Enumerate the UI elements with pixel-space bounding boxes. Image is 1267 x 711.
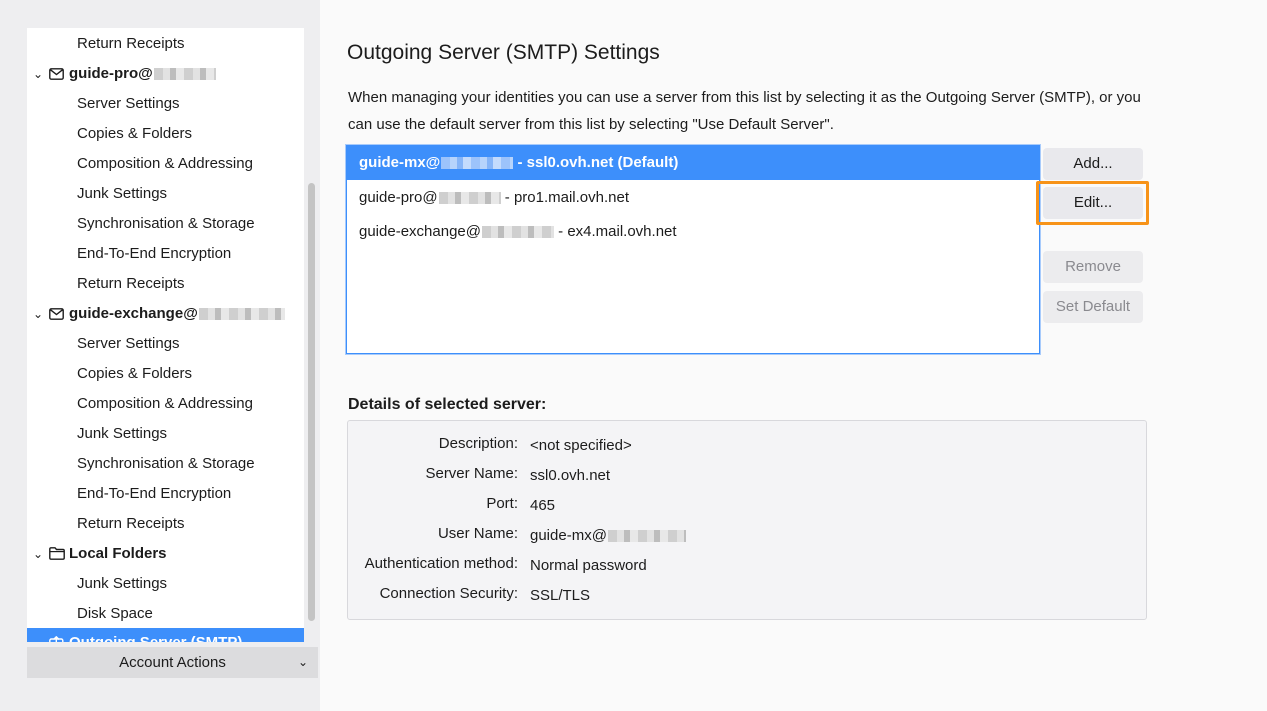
tree-item-return-receipts[interactable]: Return Receipts xyxy=(27,29,304,59)
tree-item-composition-addressing[interactable]: Composition & Addressing xyxy=(27,149,304,179)
chevron-down-icon[interactable]: ⌄ xyxy=(31,539,45,569)
detail-user-name: User Name: guide-mx@ xyxy=(348,519,1146,549)
smtp-server-list[interactable]: guide-mx@ - ssl0.ovh.net (Default) guide… xyxy=(346,145,1040,354)
tree-item-synchronisation-storage[interactable]: Synchronisation & Storage xyxy=(27,449,304,479)
details-title: Details of selected server: xyxy=(348,396,547,413)
mail-icon xyxy=(49,68,64,80)
redacted-domain xyxy=(198,308,285,321)
account-name: guide-pro@ xyxy=(69,65,153,82)
account-actions-button[interactable]: Account Actions ⌄ xyxy=(27,647,318,678)
tree-item-e2e-encryption[interactable]: End-To-End Encryption xyxy=(27,479,304,509)
tree-item-return-receipts[interactable]: Return Receipts xyxy=(27,269,304,299)
tree-item-junk-settings[interactable]: Junk Settings xyxy=(27,419,304,449)
tree-item-synchronisation-storage[interactable]: Synchronisation & Storage xyxy=(27,209,304,239)
redacted-domain xyxy=(153,68,216,81)
detail-description: Description: <not specified> xyxy=(438,435,632,454)
page-description: When managing your identities you can us… xyxy=(348,89,1141,133)
tree-item-junk-settings[interactable]: Junk Settings xyxy=(27,569,304,599)
redacted-domain xyxy=(481,226,554,239)
chevron-down-icon[interactable]: ⌄ xyxy=(31,299,45,329)
tree-item-junk-settings[interactable]: Junk Settings xyxy=(27,179,304,209)
server-details-panel: Description: <not specified> Server Name… xyxy=(347,420,1147,620)
server-list-item[interactable]: guide-mx@ - ssl0.ovh.net (Default) xyxy=(347,146,1039,180)
account-name: Local Folders xyxy=(69,545,167,562)
server-list-item[interactable]: guide-exchange@ - ex4.mail.ovh.net xyxy=(347,215,1039,249)
account-sidebar: Return Receipts ⌄ guide-pro@ Server Sett… xyxy=(0,0,320,711)
tree-item-copies-folders[interactable]: Copies & Folders xyxy=(27,359,304,389)
account-tree[interactable]: Return Receipts ⌄ guide-pro@ Server Sett… xyxy=(27,28,304,642)
remove-server-button[interactable]: Remove xyxy=(1043,251,1143,283)
tree-item-return-receipts[interactable]: Return Receipts xyxy=(27,509,304,539)
tree-account-guide-exchange[interactable]: ⌄ guide-exchange@ xyxy=(27,299,304,329)
tree-item-disk-space[interactable]: Disk Space xyxy=(27,599,304,629)
add-server-button[interactable]: Add... xyxy=(1043,148,1143,180)
redacted-domain xyxy=(441,157,514,170)
server-list-item[interactable]: guide-pro@ - pro1.mail.ovh.net xyxy=(347,181,1039,215)
set-default-button[interactable]: Set Default xyxy=(1043,291,1143,323)
folder-icon xyxy=(49,547,65,560)
tree-item-composition-addressing[interactable]: Composition & Addressing xyxy=(27,389,304,419)
detail-port: Port: 465 xyxy=(486,495,556,514)
account-name: guide-exchange@ xyxy=(69,305,198,322)
tree-item-server-settings[interactable]: Server Settings xyxy=(27,329,304,359)
page-title: Outgoing Server (SMTP) Settings xyxy=(347,41,660,64)
redacted-domain xyxy=(607,530,686,543)
outgoing-server-icon xyxy=(49,636,64,642)
edit-button-highlight xyxy=(1036,181,1149,225)
mail-icon xyxy=(49,308,64,320)
tree-item-outgoing-server[interactable]: Outgoing Server (SMTP) xyxy=(27,628,304,642)
tree-account-guide-pro[interactable]: ⌄ guide-pro@ xyxy=(27,59,304,89)
chevron-down-icon: ⌄ xyxy=(297,655,308,669)
tree-account-local-folders[interactable]: ⌄ Local Folders xyxy=(27,539,304,569)
account-actions-label: Account Actions xyxy=(119,654,226,671)
tree-item-server-settings[interactable]: Server Settings xyxy=(27,89,304,119)
detail-auth-method: Authentication method: Normal password xyxy=(364,555,647,574)
tree-item-copies-folders[interactable]: Copies & Folders xyxy=(27,119,304,149)
redacted-domain xyxy=(438,192,501,205)
sidebar-scrollbar-thumb[interactable] xyxy=(308,183,315,621)
detail-connection-security: Connection Security: SSL/TLS xyxy=(379,585,591,604)
chevron-down-icon[interactable]: ⌄ xyxy=(31,59,45,89)
tree-item-e2e-encryption[interactable]: End-To-End Encryption xyxy=(27,239,304,269)
detail-server-name: Server Name: ssl0.ovh.net xyxy=(425,465,611,484)
